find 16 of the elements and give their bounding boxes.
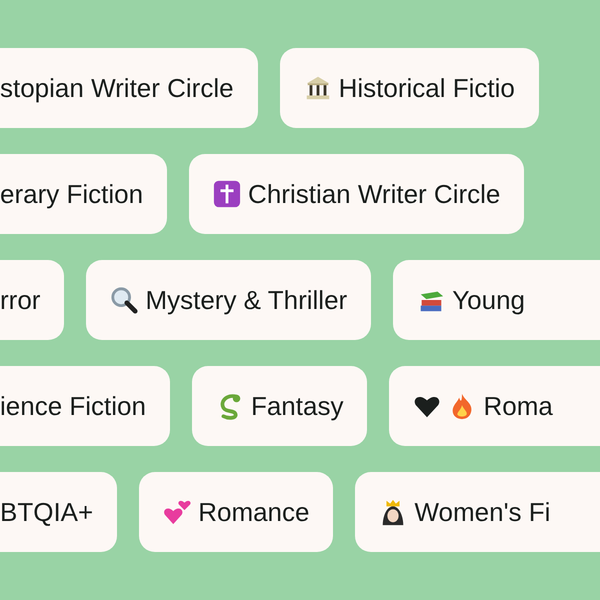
genre-tag[interactable]: Christian Writer Circle (189, 154, 524, 234)
genre-tag[interactable]: Young (393, 260, 600, 340)
genre-tag[interactable]: Romance (139, 472, 334, 552)
genre-tag[interactable]: stopian Writer Circle (0, 48, 258, 128)
genre-tag[interactable]: erary Fiction (0, 154, 168, 234)
genre-tag[interactable]: Fantasy (192, 366, 368, 446)
two-hearts-icon (163, 498, 192, 526)
genre-tag[interactable]: Mystery & Thriller (86, 260, 372, 340)
search-icon (110, 286, 138, 314)
genre-tag[interactable]: Women's Fi (355, 472, 600, 552)
genre-tag[interactable]: Historical Fictio (280, 48, 539, 128)
genre-tag[interactable]: Roma (389, 366, 600, 446)
genre-tag[interactable]: ience Fiction (0, 366, 170, 446)
genre-tag[interactable]: rror (0, 260, 64, 340)
genre-tag[interactable]: BTQIA+ (0, 472, 118, 552)
cross-icon (213, 180, 242, 208)
